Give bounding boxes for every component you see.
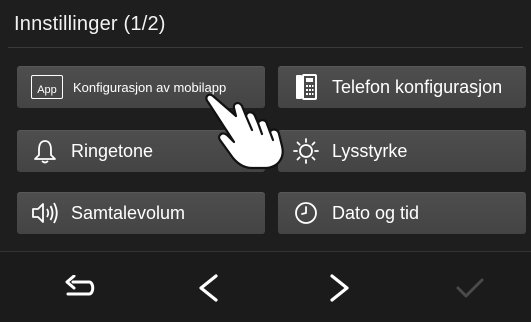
bell-icon xyxy=(31,137,59,165)
call-volume-label: Samtalevolum xyxy=(71,202,186,223)
app-icon: App xyxy=(31,75,63,99)
phone-config-label: Telefon konfigurasjon xyxy=(332,76,503,97)
phone-config-button[interactable]: Telefon konfigurasjon xyxy=(278,66,526,108)
brightness-label: Lysstyrke xyxy=(332,140,408,161)
title-divider xyxy=(8,47,523,48)
back-button[interactable] xyxy=(56,266,104,310)
mobile-app-config-button[interactable]: App Konfigurasjon av mobilapp xyxy=(17,66,265,108)
page-title: Innstillinger (1/2) xyxy=(14,13,166,35)
previous-page-button[interactable] xyxy=(184,266,232,310)
next-page-button[interactable] xyxy=(316,266,364,310)
date-time-button[interactable]: Dato og tid xyxy=(278,192,526,234)
checkmark-icon xyxy=(456,278,484,298)
call-volume-button[interactable]: Samtalevolum xyxy=(17,192,265,234)
brightness-button[interactable]: Lysstyrke xyxy=(278,130,526,172)
settings-screen: Innstillinger (1/2) App Konfigurasjon av… xyxy=(0,0,531,322)
return-arrow-icon xyxy=(65,275,95,296)
phone-config-icon xyxy=(292,73,320,101)
bottom-nav-bar xyxy=(0,252,531,322)
speaker-volume-icon xyxy=(31,199,59,227)
confirm-button[interactable] xyxy=(446,266,494,310)
mobile-app-config-label: Konfigurasjon av mobilapp xyxy=(73,79,227,95)
chevron-right-icon xyxy=(330,274,349,302)
clock-icon xyxy=(292,199,320,227)
ringtone-button[interactable]: Ringetone xyxy=(17,130,265,172)
brightness-icon xyxy=(292,137,320,165)
date-time-label: Dato og tid xyxy=(332,202,420,223)
chevron-left-icon xyxy=(199,274,218,302)
ringtone-label: Ringetone xyxy=(71,140,154,161)
